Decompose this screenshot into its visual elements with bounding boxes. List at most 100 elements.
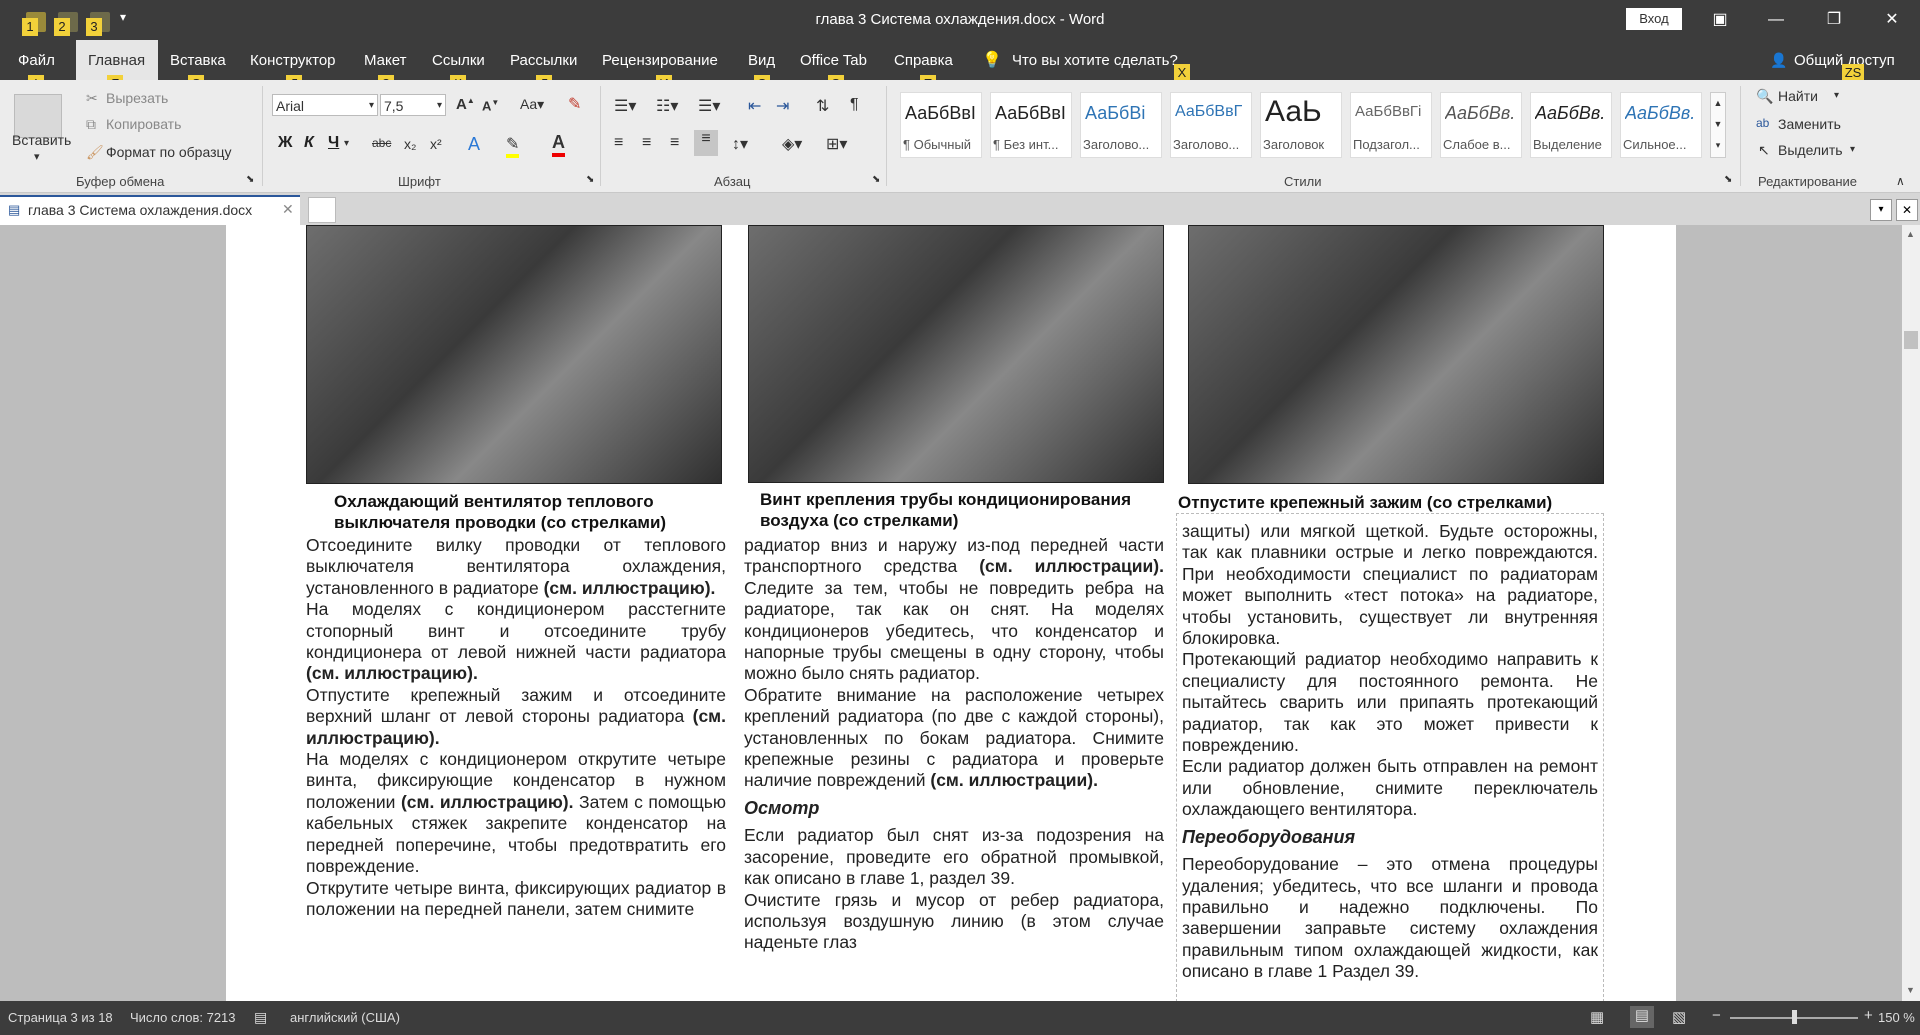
style-normal[interactable]: АаБбВвІ ¶ Обычный (900, 92, 982, 158)
strikethrough-button[interactable]: abc (372, 136, 391, 150)
tab-file[interactable]: Файл (18, 52, 55, 69)
subscript-button[interactable]: x₂ (404, 136, 416, 152)
font-family-select[interactable]: Arial ▾ (272, 94, 378, 116)
justify-icon[interactable]: ≡ (694, 130, 718, 156)
style-heading-2[interactable]: АаБбВвГ Заголово... (1170, 92, 1252, 158)
zoom-in-icon[interactable]: + (1864, 1007, 1873, 1024)
clear-formatting-icon[interactable]: ✎ (568, 94, 581, 114)
style-title[interactable]: АаЬ Заголовок (1260, 92, 1342, 158)
paragraph: защиты) или мягкой щеткой. Будьте осторо… (1182, 521, 1598, 649)
font-color-icon[interactable]: A (552, 132, 565, 157)
replace-button[interactable]: Заменить (1778, 116, 1841, 132)
document-page[interactable]: Охлаждающий вентилятор теплового выключа… (226, 225, 1676, 1001)
style-subtitle[interactable]: АаБбВвГі Подзагол... (1350, 92, 1432, 158)
tab-home[interactable]: Главная (76, 40, 158, 80)
minimize-icon[interactable]: — (1756, 8, 1796, 32)
paste-button[interactable]: Вставить (12, 132, 71, 148)
format-painter-button[interactable]: Формат по образцу (106, 144, 232, 160)
change-case-icon[interactable]: Aa▾ (520, 96, 544, 113)
paragraph-launcher-icon[interactable]: ⬊ (872, 174, 880, 185)
scroll-thumb[interactable] (1904, 331, 1918, 349)
paste-chevron-icon[interactable]: ▾ (34, 150, 40, 163)
tab-layout[interactable]: Макет (364, 52, 406, 69)
shading-icon[interactable]: ◈▾ (782, 134, 802, 154)
document-tab[interactable]: ▤ глава 3 Система охлаждения.docx ✕ (0, 195, 300, 225)
line-spacing-icon[interactable]: ↕▾ (732, 134, 748, 154)
font-size-select[interactable]: 7,5 ▾ (380, 94, 446, 116)
scroll-down-icon[interactable]: ▼ (1906, 985, 1915, 995)
copy-button[interactable]: Копировать (106, 116, 181, 132)
increase-indent-icon[interactable]: ⇥ (776, 96, 789, 116)
new-tab-button[interactable] (308, 197, 336, 223)
superscript-button[interactable]: x² (430, 136, 442, 152)
proofing-icon[interactable]: ▤ (254, 1009, 267, 1026)
find-button[interactable]: Найти (1778, 88, 1818, 104)
page-count[interactable]: Страница 3 из 18 (8, 1010, 113, 1025)
tab-review[interactable]: Рецензирование (602, 52, 718, 69)
tab-insert[interactable]: Вставка (170, 52, 226, 69)
styles-launcher-icon[interactable]: ⬊ (1724, 174, 1732, 185)
font-launcher-icon[interactable]: ⬊ (586, 174, 594, 185)
person-icon: 👤 (1770, 52, 1788, 68)
underline-chevron-icon[interactable]: ▾ (344, 138, 349, 149)
close-tab-icon[interactable]: ✕ (282, 201, 294, 218)
style-heading-1[interactable]: АаБбВі Заголово... (1080, 92, 1162, 158)
tab-view[interactable]: Вид (748, 52, 775, 69)
print-layout-icon[interactable]: ▤ (1630, 1006, 1654, 1028)
tab-design[interactable]: Конструктор (250, 52, 336, 69)
borders-icon[interactable]: ⊞▾ (826, 134, 847, 154)
tab-list-icon[interactable]: ▾ (1870, 199, 1892, 221)
close-all-tabs-icon[interactable]: ✕ (1896, 199, 1918, 221)
zoom-out-icon[interactable]: − (1712, 1007, 1721, 1024)
tell-me-search[interactable]: Что вы хотите сделать? (1012, 52, 1178, 69)
bold-button[interactable]: Ж (278, 134, 292, 152)
highlight-icon[interactable]: ✎ (506, 134, 520, 158)
style-emphasis[interactable]: АаБбВв. Выделение (1530, 92, 1612, 158)
read-mode-icon[interactable]: ▦ (1590, 1008, 1604, 1026)
style-intense-emphasis[interactable]: АаБбВв. Сильное... (1620, 92, 1702, 158)
select-chevron-icon[interactable]: ▾ (1850, 144, 1855, 155)
find-chevron-icon[interactable]: ▾ (1834, 90, 1839, 101)
ribbon-display-options-icon[interactable]: ▣ (1700, 8, 1740, 32)
sort-icon[interactable]: ⇅ (816, 96, 829, 116)
multilevel-list-icon[interactable]: ☰▾ (698, 96, 720, 116)
document-area[interactable]: Охлаждающий вентилятор теплового выключа… (0, 225, 1902, 1001)
cut-button[interactable]: Вырезать (106, 90, 168, 106)
show-marks-icon[interactable]: ¶ (850, 96, 859, 114)
clipboard-group-label: Буфер обмена (76, 174, 165, 189)
underline-button[interactable]: Ч (328, 134, 339, 152)
decrease-indent-icon[interactable]: ⇤ (748, 96, 761, 116)
zoom-level[interactable]: 150 % (1878, 1010, 1915, 1025)
language-indicator[interactable]: английский (США) (290, 1010, 400, 1025)
vertical-scrollbar[interactable]: ▲ ▼ (1902, 225, 1920, 1001)
style-no-spacing[interactable]: АаБбВвІ ¶ Без инт... (990, 92, 1072, 158)
tab-mailings[interactable]: Рассылки (510, 52, 577, 69)
align-center-icon[interactable]: ≡ (642, 134, 651, 152)
align-right-icon[interactable]: ≡ (670, 134, 679, 152)
font-group-label: Шрифт (398, 174, 441, 189)
style-subtle-emphasis[interactable]: АаБбВв. Слабое в... (1440, 92, 1522, 158)
web-layout-icon[interactable]: ▧ (1672, 1008, 1686, 1026)
numbering-icon[interactable]: ☷▾ (656, 96, 678, 116)
select-button[interactable]: Выделить (1778, 142, 1843, 158)
grow-font-icon[interactable]: A▲ (456, 96, 475, 113)
align-left-icon[interactable]: ≡ (614, 134, 623, 152)
styles-scroll[interactable]: ▲ ▼ ▾ (1710, 92, 1726, 158)
tab-references[interactable]: Ссылки (432, 52, 485, 69)
bullets-icon[interactable]: ☰▾ (614, 96, 636, 116)
sign-in-button[interactable]: Вход (1626, 8, 1682, 30)
tab-help[interactable]: Справка (894, 52, 953, 69)
text-effects-icon[interactable]: A (468, 134, 480, 155)
word-count[interactable]: Число слов: 7213 (130, 1010, 236, 1025)
maximize-icon[interactable]: ❐ (1814, 8, 1854, 32)
ribbon-tabs: Файл Главная Вставка Конструктор Макет С… (0, 40, 1920, 93)
zoom-slider-thumb[interactable] (1792, 1010, 1797, 1024)
shrink-font-icon[interactable]: A▼ (482, 98, 499, 113)
collapse-ribbon-icon[interactable]: ∧ (1896, 174, 1905, 188)
close-window-icon[interactable]: ✕ (1872, 8, 1912, 32)
scroll-up-icon[interactable]: ▲ (1906, 229, 1915, 239)
italic-button[interactable]: К (304, 134, 314, 152)
clipboard-launcher-icon[interactable]: ⬊ (246, 174, 254, 185)
tab-office-tab[interactable]: Office Tab (800, 52, 867, 69)
paragraph: Отпустите крепежный зажим и отсоедините … (306, 684, 726, 748)
